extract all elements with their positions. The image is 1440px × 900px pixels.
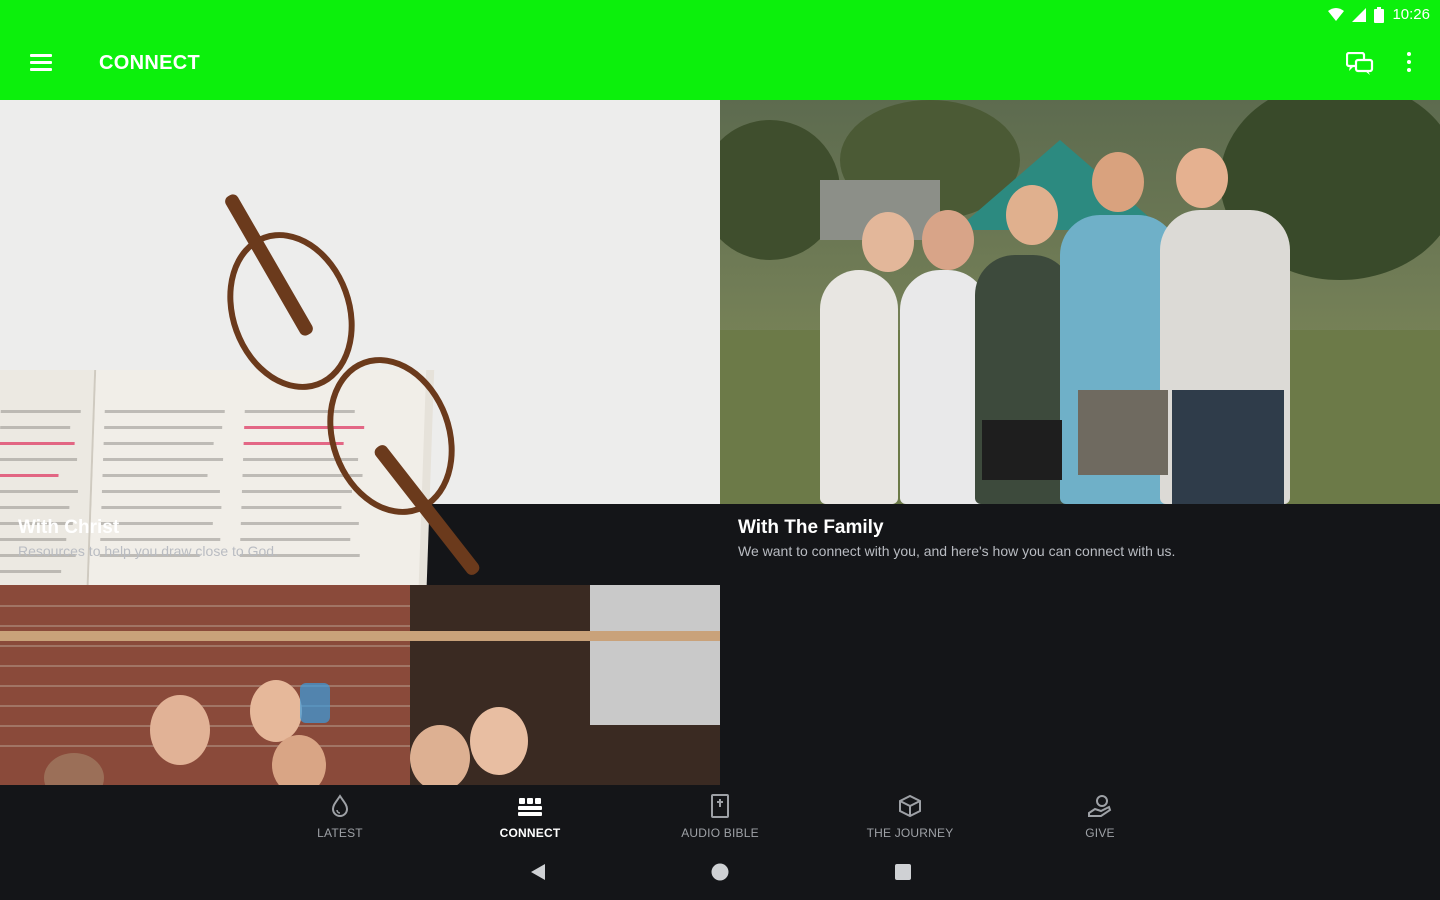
bible-glasses-image xyxy=(0,100,720,585)
drop-icon xyxy=(331,794,349,817)
page-title: CONNECT xyxy=(99,52,200,74)
nav-latest[interactable]: LATEST xyxy=(280,793,400,840)
battery-icon xyxy=(1374,6,1385,23)
worship-team-image xyxy=(0,585,720,785)
card-subtitle: Resources to help you draw close to God. xyxy=(18,543,278,559)
chat-icon[interactable] xyxy=(1346,52,1374,76)
group-icon xyxy=(518,798,542,816)
box-icon xyxy=(899,794,921,818)
group-photo-image xyxy=(720,100,1440,504)
card-with-christ[interactable]: With Christ Resources to help you draw c… xyxy=(0,100,720,585)
system-navigation-bar xyxy=(0,845,1440,900)
home-icon[interactable] xyxy=(710,862,730,882)
status-time: 10:26 xyxy=(1392,6,1430,23)
wifi-icon xyxy=(1328,7,1345,21)
back-icon[interactable] xyxy=(528,862,548,882)
nav-give[interactable]: GIVE xyxy=(1040,793,1160,840)
give-icon xyxy=(1088,795,1112,817)
status-bar: 10:26 xyxy=(0,0,1440,30)
nav-the-journey[interactable]: THE JOURNEY xyxy=(850,793,970,840)
card-subtitle: We want to connect with you, and here's … xyxy=(738,543,1176,559)
card-title: With Christ xyxy=(18,517,120,538)
signal-icon xyxy=(1352,7,1367,22)
recents-icon[interactable] xyxy=(893,862,913,882)
nav-connect[interactable]: CONNECT xyxy=(470,793,590,840)
more-options-icon[interactable] xyxy=(1404,52,1414,76)
menu-icon[interactable] xyxy=(30,54,52,72)
bottom-navigation: LATEST CONNECT AUDIO BIBLE THE JOURNEY G… xyxy=(0,785,1440,845)
bible-icon xyxy=(711,794,729,818)
app-bar: CONNECT xyxy=(0,30,1440,100)
card-with-the-family[interactable]: With The Family We want to connect with … xyxy=(720,100,1440,585)
card-title: With The Family xyxy=(738,517,884,538)
card-worship-team[interactable] xyxy=(0,585,720,785)
nav-audio-bible[interactable]: AUDIO BIBLE xyxy=(660,793,780,840)
